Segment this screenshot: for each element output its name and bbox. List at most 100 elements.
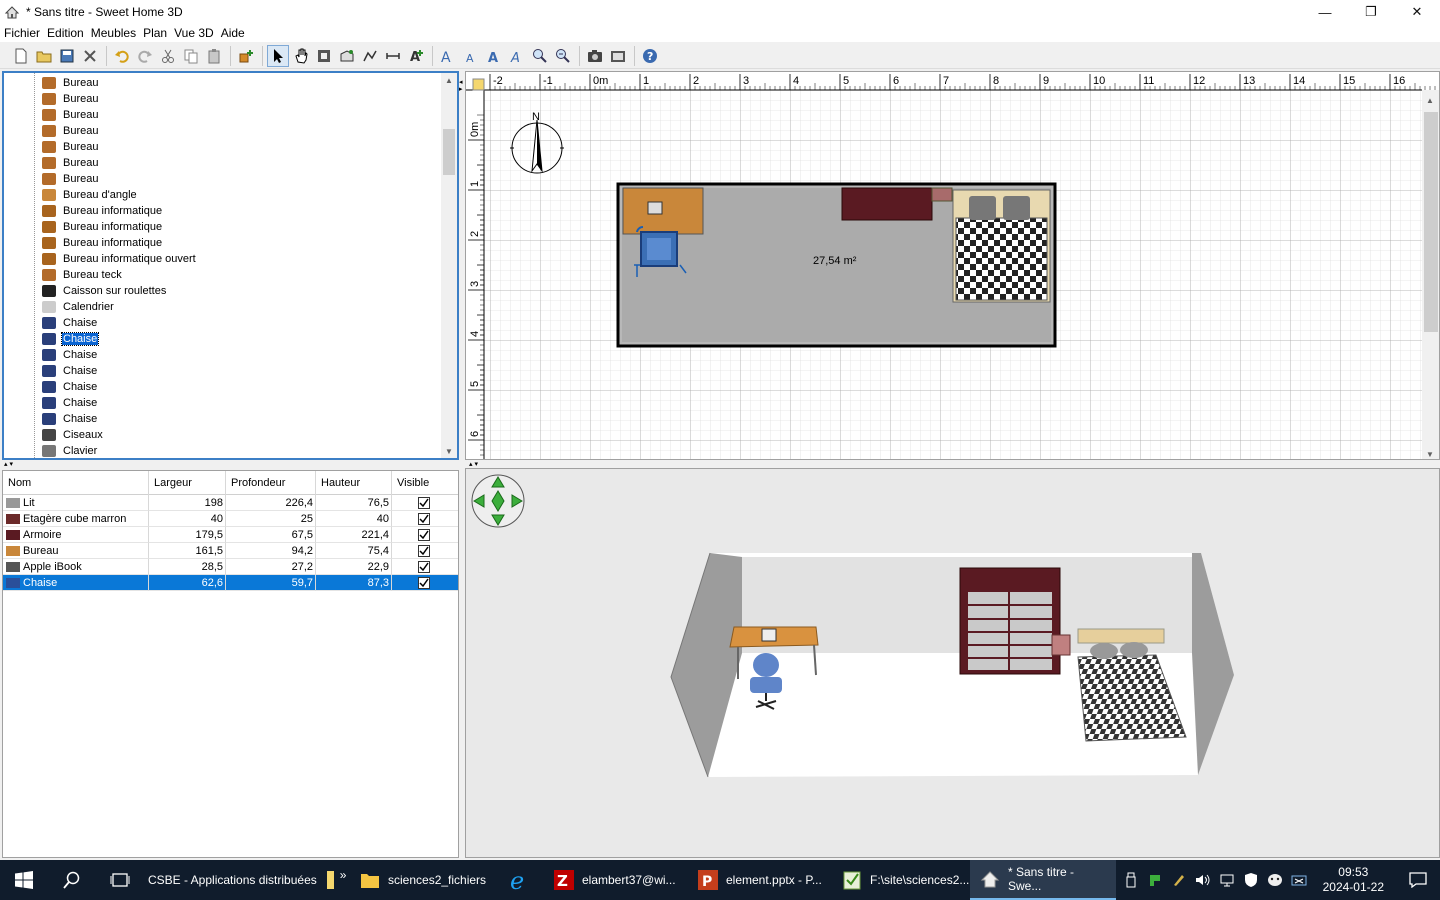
help-icon[interactable]: ? bbox=[639, 45, 661, 67]
split-arrows-icon[interactable]: ▴ ▾ bbox=[4, 461, 13, 468]
volume-icon[interactable] bbox=[1191, 873, 1215, 887]
furniture-list-table[interactable]: Nom Largeur Profondeur Hauteur Visible L… bbox=[2, 470, 459, 858]
taskbar-item-internet-explorer[interactable]: e bbox=[494, 860, 544, 900]
catalog-item[interactable]: Chaise bbox=[42, 331, 100, 347]
table-row[interactable]: Bureau 161,5 94,2 75,4 bbox=[3, 543, 458, 559]
column-header-largeur[interactable]: Largeur bbox=[149, 471, 226, 495]
create-polylines-icon[interactable] bbox=[359, 45, 381, 67]
usb-eject-icon[interactable] bbox=[1119, 872, 1143, 888]
catalog-item[interactable]: Chaise bbox=[42, 363, 98, 379]
taskbar-item-powerpoint[interactable]: P element.pptx - P... bbox=[688, 860, 832, 900]
column-header-nom[interactable]: Nom bbox=[3, 471, 149, 495]
3d-navigation-arrows-icon[interactable] bbox=[471, 474, 525, 528]
scroll-up-arrow-icon[interactable]: ▲ bbox=[441, 73, 457, 87]
menu-meubles[interactable]: Meubles bbox=[91, 26, 141, 40]
cut-icon[interactable] bbox=[157, 45, 179, 67]
catalog-item[interactable]: Ciseaux bbox=[42, 427, 104, 443]
table-row[interactable]: Etagère cube marron 40 25 40 bbox=[3, 511, 458, 527]
plan-wardrobe[interactable] bbox=[841, 187, 933, 221]
menu-edition[interactable]: Edition bbox=[47, 26, 89, 40]
catalog-item[interactable]: Bureau bbox=[42, 91, 99, 107]
add-furniture-icon[interactable] bbox=[235, 45, 257, 67]
catalog-scrollbar[interactable]: ▲ ▼ bbox=[441, 73, 457, 458]
notifications-icon[interactable] bbox=[1396, 872, 1440, 888]
visible-checkbox[interactable] bbox=[418, 544, 430, 557]
visible-checkbox[interactable] bbox=[418, 560, 430, 573]
catalog-item[interactable]: Bureau bbox=[42, 75, 99, 91]
paste-icon[interactable] bbox=[203, 45, 225, 67]
menu-vue3d[interactable]: Vue 3D bbox=[174, 26, 219, 40]
visible-checkbox[interactable] bbox=[418, 576, 430, 589]
close-button[interactable]: ✕ bbox=[1394, 0, 1440, 24]
catalog-item[interactable]: Caisson sur roulettes bbox=[42, 283, 167, 299]
italic-text-icon[interactable]: A bbox=[506, 45, 528, 67]
decrease-text-icon[interactable]: A bbox=[460, 45, 482, 67]
3d-canvas[interactable] bbox=[466, 469, 1440, 858]
redo-icon[interactable] bbox=[134, 45, 156, 67]
catalog-item[interactable]: Bureau bbox=[42, 123, 99, 139]
catalog-item[interactable]: Calendrier bbox=[42, 299, 115, 315]
table-row[interactable]: Armoire 179,5 67,5 221,4 bbox=[3, 527, 458, 543]
network-icon[interactable] bbox=[1215, 873, 1239, 887]
catalog-item[interactable]: Bureau teck bbox=[42, 267, 123, 283]
taskbar-search-button[interactable] bbox=[48, 860, 96, 900]
catalog-item[interactable]: Clavier bbox=[42, 443, 98, 458]
taskbar-overflow-chevron[interactable]: » bbox=[340, 868, 347, 882]
taskbar-item-sciences2-fichiers[interactable]: sciences2_fichiers bbox=[350, 860, 494, 900]
new-icon[interactable] bbox=[10, 45, 32, 67]
plan-view[interactable]: -2 -1 0m 1 2 3 4 5 6 7 8 9 10 11 12 13 14 15 16 0m 1 2 3 4 5 6 N bbox=[465, 71, 1440, 460]
column-header-profondeur[interactable]: Profondeur bbox=[226, 471, 316, 495]
menu-fichier[interactable]: Fichier bbox=[4, 26, 45, 40]
visible-checkbox[interactable] bbox=[418, 496, 430, 509]
table-row[interactable]: Apple iBook 28,5 27,2 22,9 bbox=[3, 559, 458, 575]
split-collapse-arrows-icon[interactable]: ◂ ▸ bbox=[459, 79, 463, 93]
zoom-in-icon[interactable] bbox=[529, 45, 551, 67]
taskbar-item-sweet-home-3d[interactable]: * Sans titre - Swe... bbox=[970, 860, 1116, 900]
taskbar-clock[interactable]: 09:53 2024-01-22 bbox=[1323, 865, 1384, 895]
right-horizontal-splitter[interactable]: ▴ ▾ bbox=[465, 460, 1440, 468]
column-header-hauteur[interactable]: Hauteur bbox=[316, 471, 392, 495]
task-view-button[interactable] bbox=[96, 860, 144, 900]
create-walls-icon[interactable] bbox=[313, 45, 335, 67]
visible-checkbox[interactable] bbox=[418, 512, 430, 525]
visible-checkbox[interactable] bbox=[418, 528, 430, 541]
create-dimensions-icon[interactable] bbox=[382, 45, 404, 67]
undo-icon[interactable] bbox=[111, 45, 133, 67]
pan-icon[interactable] bbox=[290, 45, 312, 67]
plan-canvas[interactable]: -2 -1 0m 1 2 3 4 5 6 7 8 9 10 11 12 13 14 15 16 0m123456 N bbox=[466, 72, 1440, 460]
catalog-item[interactable]: Bureau bbox=[42, 107, 99, 123]
catalog-item[interactable]: Chaise bbox=[42, 347, 98, 363]
app-tray-icon-2[interactable] bbox=[1263, 873, 1287, 887]
catalog-item[interactable]: Bureau bbox=[42, 139, 99, 155]
catalog-item[interactable]: Chaise bbox=[42, 379, 98, 395]
3d-cube-shelf[interactable] bbox=[1051, 634, 1071, 656]
menu-plan[interactable]: Plan bbox=[143, 26, 172, 40]
table-row[interactable]: Lit 198 226,4 76,5 bbox=[3, 495, 458, 511]
plan-cube-shelf[interactable] bbox=[931, 187, 953, 202]
table-row[interactable]: Chaise 62,6 59,7 87,3 bbox=[3, 575, 458, 591]
plan-scroll-down-icon[interactable]: ▼ bbox=[1426, 450, 1434, 459]
column-header-visible[interactable]: Visible bbox=[392, 471, 458, 495]
furniture-catalog-tree[interactable]: Bureau Bureau Bureau Bureau Bureau Bureau Bure… bbox=[2, 71, 459, 460]
increase-text-icon[interactable]: A bbox=[437, 45, 459, 67]
open-icon[interactable] bbox=[33, 45, 55, 67]
plan-desk[interactable] bbox=[622, 187, 704, 235]
taskbar-item-notepad[interactable]: F:\site\sciences2... bbox=[832, 860, 970, 900]
menu-aide[interactable]: Aide bbox=[221, 26, 250, 40]
catalog-item[interactable]: Bureau bbox=[42, 155, 99, 171]
plan-scrollbar-thumb[interactable] bbox=[1424, 112, 1438, 332]
catalog-item[interactable]: Bureau informatique bbox=[42, 235, 163, 251]
plan-scroll-up-icon[interactable]: ▲ bbox=[1426, 96, 1434, 105]
create-labels-icon[interactable]: A bbox=[405, 45, 427, 67]
create-photo-icon[interactable] bbox=[584, 45, 606, 67]
bold-text-icon[interactable]: A bbox=[483, 45, 505, 67]
3d-wardrobe[interactable] bbox=[959, 567, 1061, 675]
catalog-item[interactable]: Bureau informatique bbox=[42, 203, 163, 219]
app-tray-icon[interactable] bbox=[1143, 873, 1167, 887]
taskbar-toolbar-label[interactable]: CSBE - Applications distribuées » bbox=[144, 860, 350, 900]
minimize-button[interactable]: — bbox=[1302, 0, 1348, 24]
create-video-icon[interactable] bbox=[607, 45, 629, 67]
maximize-button[interactable]: ❐ bbox=[1348, 0, 1394, 24]
left-horizontal-splitter[interactable]: ▴ ▾ bbox=[0, 460, 462, 468]
pen-tray-icon[interactable] bbox=[1167, 873, 1191, 887]
